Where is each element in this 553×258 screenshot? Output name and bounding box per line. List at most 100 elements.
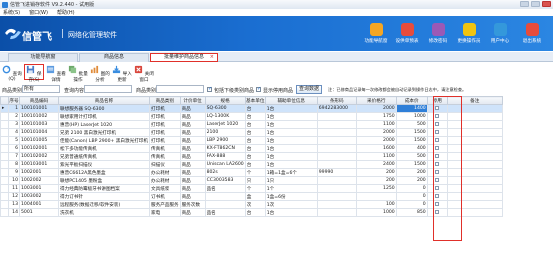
table-row[interactable]: ▸ 1 100101001 联想服务器 SQ-6300 打印机 商品 SQ-6300 台 1台 6… — [0, 104, 503, 113]
disabled-checkbox[interactable] — [435, 105, 440, 110]
save-button[interactable]: 保存(S) — [24, 64, 44, 83]
view-details-button[interactable]: 查看详情 — [46, 65, 66, 83]
show-disabled-checkbox[interactable] — [256, 86, 261, 92]
cell-remark[interactable] — [446, 184, 503, 193]
content-input[interactable] — [84, 85, 132, 93]
disabled-checkbox-cell[interactable] — [426, 112, 448, 121]
table-row[interactable]: 5 100101005 佳能(Canon) LBP 2900+ 黑白激光打印机 打印机… — [0, 136, 503, 145]
column-header[interactable]: 规格 — [204, 96, 246, 105]
cell-cost-price[interactable]: 500 — [395, 152, 428, 161]
chart-analysis-button[interactable]: 图的分析 — [90, 65, 110, 83]
cell-cost-price[interactable]: 1400 — [395, 104, 428, 113]
disabled-checkbox[interactable] — [435, 121, 440, 126]
disabled-checkbox-cell[interactable] — [426, 136, 448, 145]
column-header[interactable]: 序号 — [8, 96, 20, 105]
cell-remark[interactable] — [446, 200, 503, 209]
include-subclass-checkbox[interactable] — [207, 86, 212, 92]
cell-cost-price[interactable]: 0 — [395, 192, 428, 201]
cell-cost-price[interactable]: 1500 — [395, 136, 428, 145]
cell-remark[interactable] — [446, 136, 503, 145]
disabled-checkbox[interactable] — [435, 145, 440, 150]
cell-remark[interactable] — [446, 168, 503, 177]
disabled-checkbox-cell[interactable] — [426, 144, 448, 153]
table-row[interactable]: 12 1003002 得力订书针 订书机 商品 盒 1盒=6份 0 — [0, 192, 503, 201]
table-row[interactable]: 13 1004001 远程服务(数据迁移/软件安装) 服务产品服务 服务次数 次 1次 100… — [0, 200, 503, 209]
disabled-checkbox[interactable] — [435, 193, 440, 198]
disabled-checkbox[interactable] — [435, 153, 440, 158]
cell-remark[interactable] — [446, 128, 503, 137]
column-header[interactable]: 计价单位 — [179, 96, 206, 105]
settings-table-button[interactable]: 设供单预表 — [393, 23, 421, 44]
column-header[interactable]: 商品名称 — [58, 96, 150, 105]
cell-remark[interactable] — [446, 160, 503, 169]
disabled-checkbox[interactable] — [435, 137, 440, 142]
column-header[interactable]: 商品类别 — [149, 96, 181, 105]
cell-cost-price[interactable]: 850 — [395, 208, 428, 217]
import-update-button[interactable]: 导入更新 — [112, 65, 132, 83]
type-select[interactable]: 所有 — [22, 85, 60, 93]
cell-remark[interactable] — [446, 112, 503, 121]
cell-cost-price[interactable]: 400 — [395, 144, 428, 153]
disabled-checkbox-cell[interactable] — [426, 184, 448, 193]
table-row[interactable]: 10 1002002 联想PC1405 墨粉盒 办公耗材 商品 CC3003583 只 1只 2… — [0, 176, 503, 185]
disabled-checkbox[interactable] — [435, 129, 440, 134]
exit-system-button[interactable]: 退出系统 — [518, 23, 546, 44]
column-header[interactable]: 辅助单位信息 — [264, 96, 318, 105]
cell-remark[interactable] — [446, 192, 503, 201]
disabled-checkbox-cell[interactable] — [426, 104, 448, 113]
column-header[interactable]: 商品编码 — [19, 96, 59, 105]
cell-remark[interactable] — [446, 208, 503, 217]
disabled-checkbox-cell[interactable] — [426, 160, 448, 169]
table-row[interactable]: 6 100102001 松下多功能传真机 传真机 商品 KX-FT862CN 台 1台 1600… — [0, 144, 503, 153]
query-button[interactable]: 查询(Q) — [2, 65, 22, 82]
cell-cost-price[interactable]: 500 — [395, 120, 428, 129]
disabled-checkbox-cell[interactable] — [426, 128, 448, 137]
disabled-checkbox[interactable] — [435, 185, 440, 190]
disabled-checkbox-cell[interactable] — [426, 192, 448, 201]
change-password-button[interactable]: 修改密码 — [424, 23, 452, 44]
table-row[interactable]: 11 1003001 得力经典防霉极牙书讲图档案 文具纸浆 商品 品名个 1个 1250 0 — [0, 184, 503, 193]
cell-cost-price[interactable]: 200 — [395, 176, 428, 185]
cell-cost-price[interactable]: 1000 — [395, 112, 428, 121]
table-row[interactable]: 14 5001 洗衣机 家电 商品 品名台 1台 1000 850 — [0, 208, 503, 217]
cell-remark[interactable] — [446, 152, 503, 161]
close-button[interactable] — [542, 1, 551, 7]
close-tab-icon[interactable]: × — [210, 54, 214, 61]
table-row[interactable]: 2 100101002 联想家用计打印机 打印机 商品 LQ-1300K 台 1台 1750 10… — [0, 112, 503, 121]
nav-window-button[interactable]: 功能导航窗 — [362, 23, 390, 44]
disabled-checkbox-cell[interactable] — [426, 208, 448, 217]
maximize-button[interactable] — [531, 1, 540, 7]
query-data-button[interactable]: 查询数据 — [296, 85, 323, 94]
menu-window[interactable]: 窗口(W) — [29, 9, 48, 16]
cell-cost-price[interactable]: 0 — [395, 200, 428, 209]
cell-cost-price[interactable]: 1500 — [395, 128, 428, 137]
batch-operation-button[interactable]: 批量操作 — [68, 65, 88, 83]
minimize-button[interactable] — [520, 1, 529, 7]
close-window-button[interactable]: 关闭窗口 — [134, 65, 154, 83]
disabled-checkbox[interactable] — [435, 161, 440, 166]
column-header[interactable]: 备注 — [446, 96, 503, 105]
table-row[interactable]: 3 100101003 惠普(HP) LaserJet 1020 打印机 商品 Laser… — [0, 120, 503, 129]
column-header[interactable]: 采价格行 — [355, 96, 397, 105]
user-center-button[interactable]: 用户中心 — [486, 23, 514, 44]
cell-remark[interactable] — [446, 120, 503, 129]
cell-cost-price[interactable]: 0 — [395, 184, 428, 193]
cell-cost-price[interactable]: 200 — [395, 168, 428, 177]
disabled-checkbox[interactable] — [435, 113, 440, 118]
disabled-checkbox[interactable] — [435, 209, 440, 214]
disabled-checkbox[interactable] — [435, 177, 440, 182]
tab-product-info[interactable]: 商品信息 — [79, 53, 149, 62]
menu-help[interactable]: 帮助(H) — [57, 9, 75, 16]
column-header[interactable]: 成本价 — [395, 96, 428, 105]
cell-cost-price[interactable]: 1500 — [395, 160, 428, 169]
table-row[interactable]: 4 100101004 兄弟 2100 黑白激光打印机 打印机 商品 2100 台 1台 200… — [0, 128, 503, 137]
disabled-checkbox-cell[interactable] — [426, 152, 448, 161]
table-row[interactable]: 8 100103001 紫光平板扫描仪 扫描仪 商品 Uniscan LA2600 台 1台 2… — [0, 160, 503, 169]
tab-nav-window[interactable]: 功能导航窗 — [8, 53, 78, 62]
column-header[interactable]: 基本单位 — [244, 96, 266, 105]
table-row[interactable]: 7 100102002 兄弟普通纸传真机 传真机 商品 FAX-888 台 1台 1100 500 — [0, 152, 503, 161]
disabled-checkbox-cell[interactable] — [426, 176, 448, 185]
cell-remark[interactable] — [446, 144, 503, 153]
disabled-checkbox-cell[interactable] — [426, 120, 448, 129]
class-input[interactable] — [156, 85, 204, 93]
